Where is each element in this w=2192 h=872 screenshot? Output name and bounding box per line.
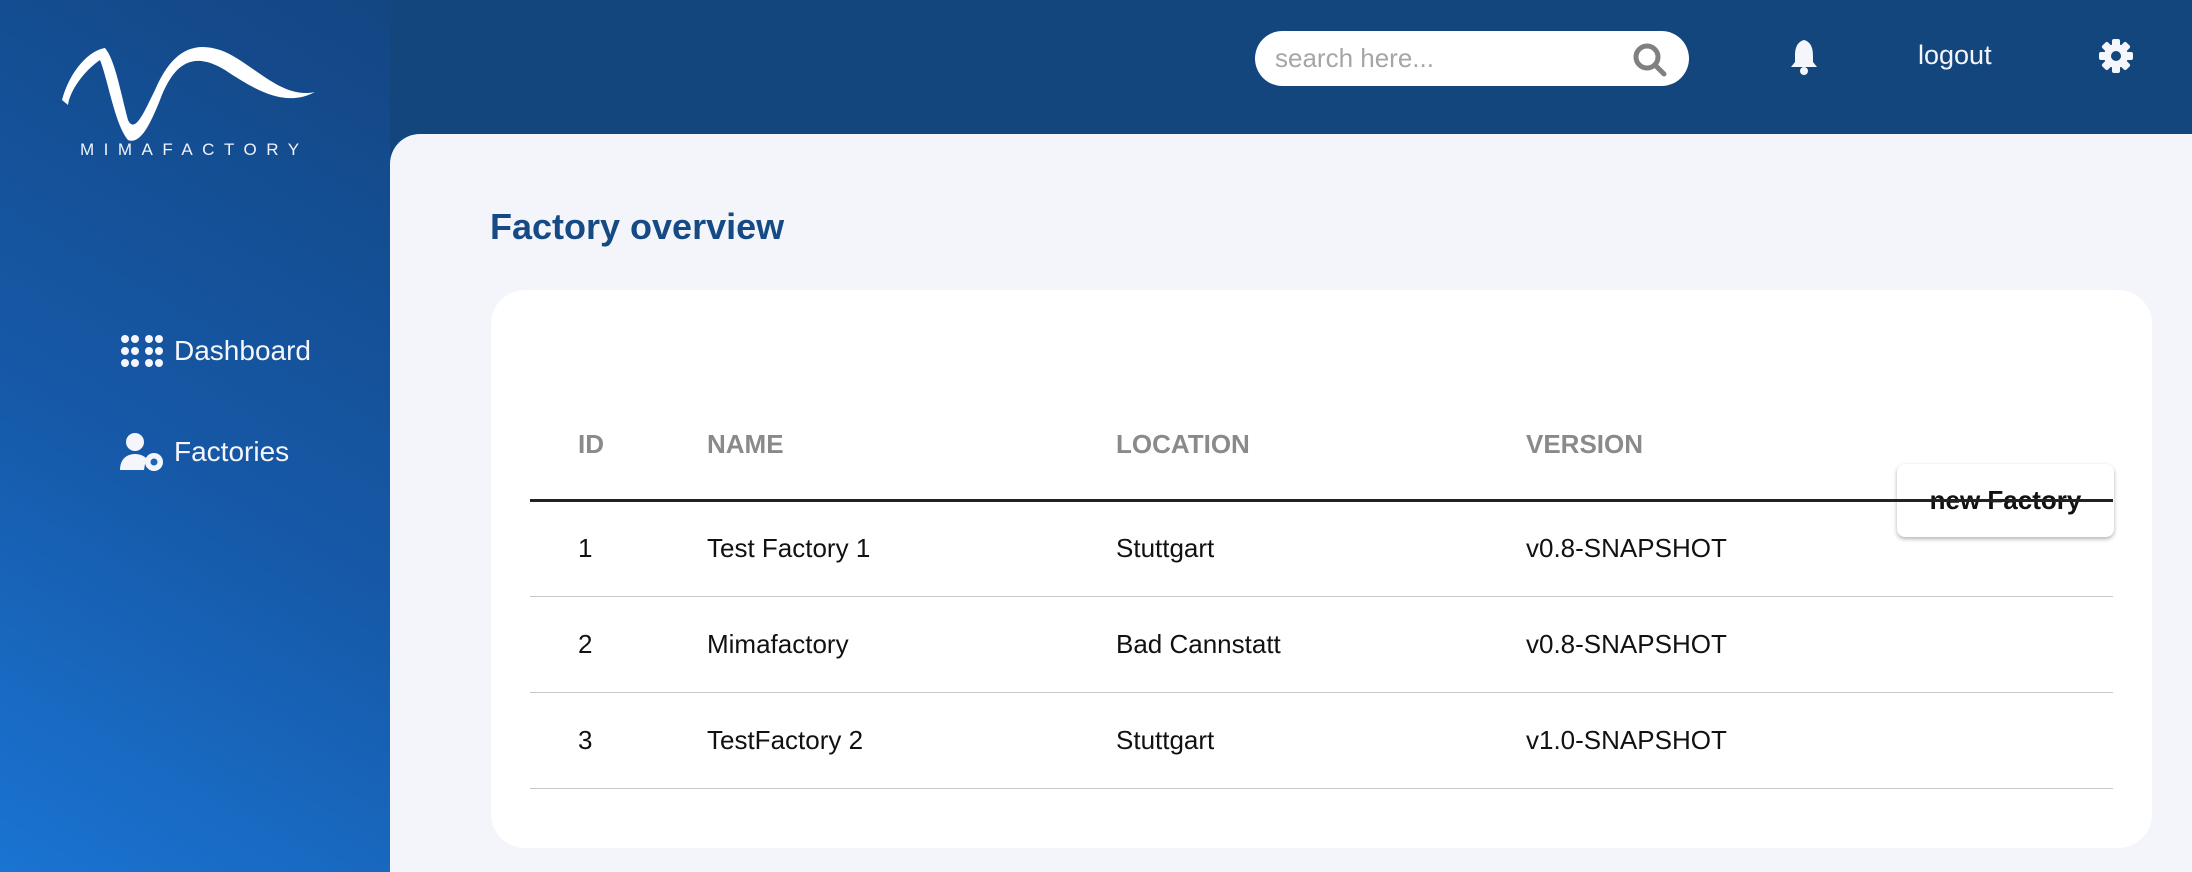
factory-table: ID NAME LOCATION VERSION 1 Test Factory … (530, 370, 2113, 789)
factory-table-card: new Factory ID NAME LOCATION VERSION 1 T… (491, 290, 2152, 848)
search-icon[interactable] (1633, 43, 1667, 77)
cell-location: Bad Cannstatt (1116, 596, 1526, 693)
column-header-version: VERSION (1526, 370, 2113, 502)
cell-name: TestFactory 2 (707, 692, 1116, 789)
cell-version: v1.0-SNAPSHOT (1526, 692, 2113, 789)
brand-name: MIMAFACTORY (80, 140, 309, 159)
sidebar-item-label: Factories (174, 436, 290, 467)
cell-version: v0.8-SNAPSHOT (1526, 500, 2113, 597)
table-header-row: ID NAME LOCATION VERSION (530, 370, 2113, 502)
bell-icon[interactable] (1788, 38, 1820, 76)
cell-location: Stuttgart (1116, 692, 1526, 789)
top-header: logout (390, 0, 2192, 134)
column-header-name: NAME (707, 370, 1116, 502)
cell-location: Stuttgart (1116, 500, 1526, 597)
table-row[interactable]: 3 TestFactory 2 Stuttgart v1.0-SNAPSHOT (530, 692, 2113, 789)
user-gear-icon (120, 433, 163, 471)
cell-version: v0.8-SNAPSHOT (1526, 596, 2113, 693)
cell-id: 2 (530, 596, 707, 693)
column-header-id: ID (530, 370, 707, 502)
sidebar-item-factories[interactable]: Factories (120, 432, 289, 472)
cell-name: Mimafactory (707, 596, 1116, 693)
sidebar: MIMAFACTORY Dashboard Factories (0, 0, 390, 872)
table-row[interactable]: 1 Test Factory 1 Stuttgart v0.8-SNAPSHOT (530, 500, 2113, 597)
search-bar (1255, 31, 1689, 86)
cell-id: 1 (530, 500, 707, 597)
sidebar-item-dashboard[interactable]: Dashboard (120, 334, 311, 368)
cell-name: Test Factory 1 (707, 500, 1116, 597)
column-header-location: LOCATION (1116, 370, 1526, 502)
gear-icon[interactable] (2098, 38, 2134, 74)
sidebar-item-label: Dashboard (174, 335, 311, 366)
search-input[interactable] (1275, 31, 1615, 86)
grid-dots-icon (121, 335, 163, 367)
main-content: Factory overview new Factory ID NAME LOC… (390, 134, 2192, 872)
cell-id: 3 (530, 692, 707, 789)
logout-link[interactable]: logout (1918, 40, 1992, 71)
page-title: Factory overview (490, 206, 785, 247)
table-row[interactable]: 2 Mimafactory Bad Cannstatt v0.8-SNAPSHO… (530, 596, 2113, 693)
